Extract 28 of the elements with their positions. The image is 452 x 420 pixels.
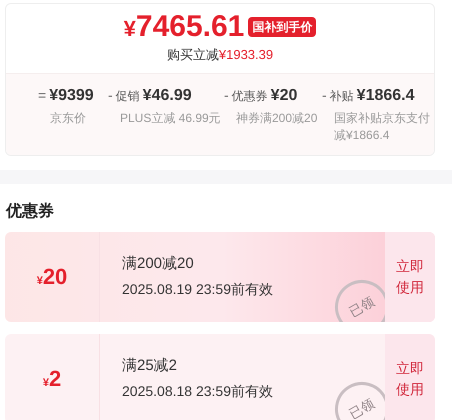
coupon-amount: ¥20 bbox=[36, 263, 68, 291]
coupon-validity: 2025.08.19 23:59前有效 bbox=[122, 280, 274, 300]
item-note: 神券满200减20 bbox=[235, 110, 318, 126]
item-value: ¥20 bbox=[270, 86, 298, 106]
operator: - bbox=[108, 86, 113, 105]
item-label: 促销 bbox=[116, 88, 140, 104]
price-tag: 国补到手价 bbox=[248, 17, 316, 37]
coupon-condition: 满200减20 bbox=[122, 254, 195, 274]
coupon-validity: 2025.08.18 23:59前有效 bbox=[122, 382, 274, 402]
final-price: ¥7465.61 bbox=[124, 12, 244, 42]
item-label: 补贴 bbox=[330, 88, 354, 104]
coupon-amount: ¥2 bbox=[42, 365, 62, 393]
item-note: PLUS立减 46.99元 bbox=[119, 110, 222, 126]
saving-amount: ¥1933.39 bbox=[218, 46, 274, 64]
coupon-condition: 满25减2 bbox=[122, 356, 178, 376]
item-value: ¥9399 bbox=[49, 86, 94, 106]
item-value: ¥1866.4 bbox=[356, 86, 415, 106]
use-now-button[interactable]: 立即使用 bbox=[385, 232, 435, 322]
item-note: 国家补贴京东支付减¥1866.4 bbox=[333, 110, 430, 144]
item-label: 优惠券 bbox=[232, 88, 268, 104]
item-note: 京东价 bbox=[49, 110, 87, 126]
operator: = bbox=[38, 86, 46, 105]
operator: - bbox=[224, 86, 229, 105]
saving-label: 购买立减 bbox=[166, 46, 219, 64]
item-value: ¥46.99 bbox=[142, 86, 192, 106]
section-title: 优惠券 bbox=[4, 202, 55, 222]
operator: - bbox=[322, 86, 327, 105]
use-now-button[interactable]: 立即使用 bbox=[385, 334, 435, 420]
